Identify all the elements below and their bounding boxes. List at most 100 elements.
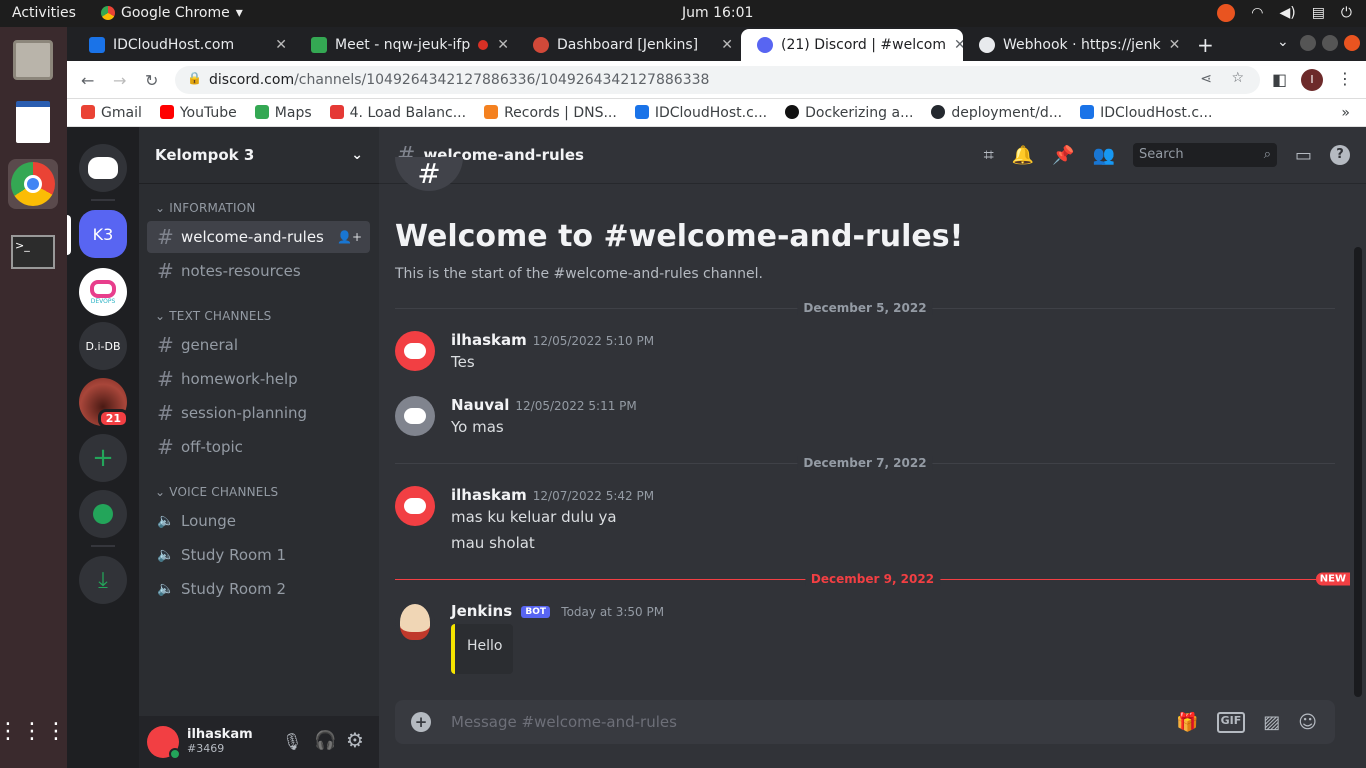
avatar[interactable] bbox=[147, 726, 181, 760]
system-tray[interactable]: ◠ ◀) ▤ ⏻ bbox=[1217, 4, 1352, 22]
home-button[interactable] bbox=[79, 144, 127, 192]
server-photo[interactable]: 21 bbox=[79, 378, 129, 428]
url-input[interactable]: 🔒 discord.com/channels/10492643421278863… bbox=[175, 66, 1260, 94]
voice-channel-lounge[interactable]: 🔈 Lounge bbox=[147, 505, 370, 537]
voice-channel-study-room-2[interactable]: 🔈 Study Room 2 bbox=[147, 573, 370, 605]
message-author[interactable]: ilhaskam bbox=[451, 331, 527, 349]
avatar[interactable] bbox=[395, 396, 435, 436]
invite-icon[interactable]: 👤+ bbox=[337, 230, 362, 244]
server-header[interactable]: Kelompok 3 ⌄ bbox=[139, 127, 379, 184]
bookmark-label: Gmail bbox=[101, 104, 142, 121]
headphones-icon[interactable]: 🎧 bbox=[314, 730, 336, 751]
mute-mic-icon[interactable]: 🎙 bbox=[282, 732, 302, 751]
channel-notes-resources[interactable]: # notes-resources bbox=[147, 255, 370, 287]
avatar[interactable] bbox=[395, 486, 435, 526]
channel-general[interactable]: # general bbox=[147, 329, 370, 361]
settings-gear-icon[interactable]: ⚙ bbox=[346, 728, 364, 752]
bookmark-idcloudhost-2[interactable]: IDCloudHost.c... bbox=[1080, 104, 1212, 121]
explore-servers-button[interactable] bbox=[79, 490, 127, 538]
pin-icon[interactable]: 📌 bbox=[1052, 145, 1074, 166]
bookmark-gmail[interactable]: Gmail bbox=[81, 104, 142, 121]
app-menu[interactable]: Google Chrome ▾ bbox=[101, 5, 243, 21]
tab-jenkins[interactable]: Dashboard [Jenkins] ✕ bbox=[517, 29, 741, 61]
share-icon[interactable]: ⋖ bbox=[1200, 71, 1212, 87]
new-tab-button[interactable]: + bbox=[1197, 33, 1214, 57]
inbox-icon[interactable]: ▭ bbox=[1295, 145, 1312, 166]
bookmark-dockerizing[interactable]: Dockerizing a... bbox=[785, 104, 913, 121]
search-input[interactable]: Search ⌕ bbox=[1132, 143, 1277, 167]
channel-homework-help[interactable]: # homework-help bbox=[147, 363, 370, 395]
app-indicator-icon[interactable] bbox=[1217, 4, 1236, 22]
jenkins-avatar[interactable] bbox=[395, 602, 435, 642]
avatar[interactable] bbox=[395, 331, 435, 371]
activities-button[interactable]: Activities bbox=[12, 5, 76, 21]
close-icon[interactable]: ✕ bbox=[275, 37, 287, 53]
clock[interactable]: Jum 16:01 bbox=[682, 5, 753, 21]
gif-icon[interactable]: GIF bbox=[1216, 711, 1246, 733]
dock-writer[interactable] bbox=[8, 97, 58, 147]
show-apps-button[interactable]: ⋮⋮⋮ bbox=[0, 707, 67, 757]
channel-off-topic[interactable]: # off-topic bbox=[147, 431, 370, 463]
more-bookmarks-icon[interactable]: » bbox=[1341, 105, 1350, 121]
forward-icon[interactable]: → bbox=[113, 71, 126, 90]
message-author[interactable]: ilhaskam bbox=[451, 486, 527, 504]
close-icon[interactable]: ✕ bbox=[1169, 37, 1181, 53]
chat-scrollbar[interactable] bbox=[1354, 247, 1362, 697]
bookmark-idcloudhost[interactable]: IDCloudHost.c... bbox=[634, 104, 767, 121]
minimize-icon[interactable] bbox=[1300, 35, 1316, 51]
category-information[interactable]: ⌄ INFORMATION bbox=[139, 201, 256, 215]
bookmark-star-icon[interactable]: ☆ bbox=[1231, 70, 1244, 86]
dock-terminal[interactable]: >_ bbox=[8, 227, 58, 277]
back-icon[interactable]: ← bbox=[81, 71, 94, 90]
message-input[interactable]: + Message #welcome-and-rules 🎁 GIF ▨ ☺ bbox=[395, 700, 1335, 744]
channel-welcome-and-rules[interactable]: # welcome-and-rules 👤+ bbox=[147, 221, 370, 253]
gift-icon[interactable]: 🎁 bbox=[1176, 712, 1198, 733]
reload-icon[interactable]: ↻ bbox=[145, 71, 158, 90]
message-author[interactable]: Jenkins bbox=[451, 602, 512, 620]
menu-icon[interactable]: ⋮ bbox=[1337, 69, 1353, 88]
sidebar-icon[interactable]: ◧ bbox=[1272, 70, 1287, 89]
tab-idcloudhost[interactable]: IDCloudHost.com ✕ bbox=[73, 29, 295, 61]
category-voice-channels[interactable]: ⌄ VOICE CHANNELS bbox=[139, 485, 278, 499]
bookmark-deployment[interactable]: deployment/d... bbox=[931, 104, 1062, 121]
category-text-channels[interactable]: ⌄ TEXT CHANNELS bbox=[139, 309, 271, 323]
bookmark-load-balancer[interactable]: 4. Load Balanc... bbox=[329, 104, 466, 121]
profile-avatar[interactable]: I bbox=[1301, 69, 1323, 91]
emoji-icon[interactable]: ☺ bbox=[1298, 712, 1317, 733]
threads-icon[interactable]: ⌗ bbox=[984, 145, 994, 166]
add-server-button[interactable]: + bbox=[79, 434, 127, 482]
bookmark-records-dns[interactable]: Records | DNS... bbox=[484, 104, 617, 121]
maximize-icon[interactable] bbox=[1322, 35, 1338, 51]
bookmark-maps[interactable]: Maps bbox=[254, 104, 312, 121]
user-info[interactable]: ilhaskam #3469 bbox=[187, 728, 253, 756]
member-list-icon[interactable]: 👥 bbox=[1093, 145, 1115, 166]
voice-channel-study-room-1[interactable]: 🔈 Study Room 1 bbox=[147, 539, 370, 571]
server-devops[interactable]: DEVOPS bbox=[79, 268, 127, 316]
close-icon[interactable]: ✕ bbox=[954, 37, 963, 53]
close-icon[interactable]: ✕ bbox=[497, 37, 509, 53]
add-attachment-icon[interactable]: + bbox=[411, 712, 431, 732]
category-label: VOICE CHANNELS bbox=[169, 485, 279, 499]
sticker-icon[interactable]: ▨ bbox=[1263, 712, 1280, 733]
tab-discord[interactable]: (21) Discord | #welcom ✕ bbox=[741, 29, 963, 61]
bookmark-youtube[interactable]: YouTube bbox=[159, 104, 237, 121]
close-window-icon[interactable] bbox=[1344, 35, 1360, 51]
hash-icon: # bbox=[157, 401, 174, 425]
bot-tag: BOT bbox=[521, 606, 551, 618]
grid-icon: ⋮⋮⋮ bbox=[0, 719, 69, 744]
chat-area: # welcome-and-rules ⌗ 🔔 📌 👥 Search ⌕ ▭ ?… bbox=[379, 127, 1366, 768]
server-list: K3 DEVOPS D.i-DB 21 + ⤓ bbox=[67, 127, 139, 768]
close-icon[interactable]: ✕ bbox=[721, 37, 733, 53]
notification-bell-icon[interactable]: 🔔 bbox=[1012, 145, 1034, 166]
help-icon[interactable]: ? bbox=[1330, 145, 1350, 165]
channel-session-planning[interactable]: # session-planning bbox=[147, 397, 370, 429]
server-didb[interactable]: D.i-DB bbox=[79, 322, 127, 370]
tab-webhook[interactable]: Webhook · https://jenk ✕ bbox=[963, 29, 1185, 61]
message-author[interactable]: Nauval bbox=[451, 396, 509, 414]
tab-search-icon[interactable]: ⌄ bbox=[1277, 34, 1289, 50]
server-kelompok-3[interactable]: K3 bbox=[79, 210, 127, 258]
dock-files[interactable] bbox=[8, 35, 58, 85]
tab-meet[interactable]: Meet - nqw-jeuk-ifp ✕ bbox=[295, 29, 517, 61]
download-apps-button[interactable]: ⤓ bbox=[79, 556, 127, 604]
dock-chrome[interactable] bbox=[8, 159, 58, 209]
